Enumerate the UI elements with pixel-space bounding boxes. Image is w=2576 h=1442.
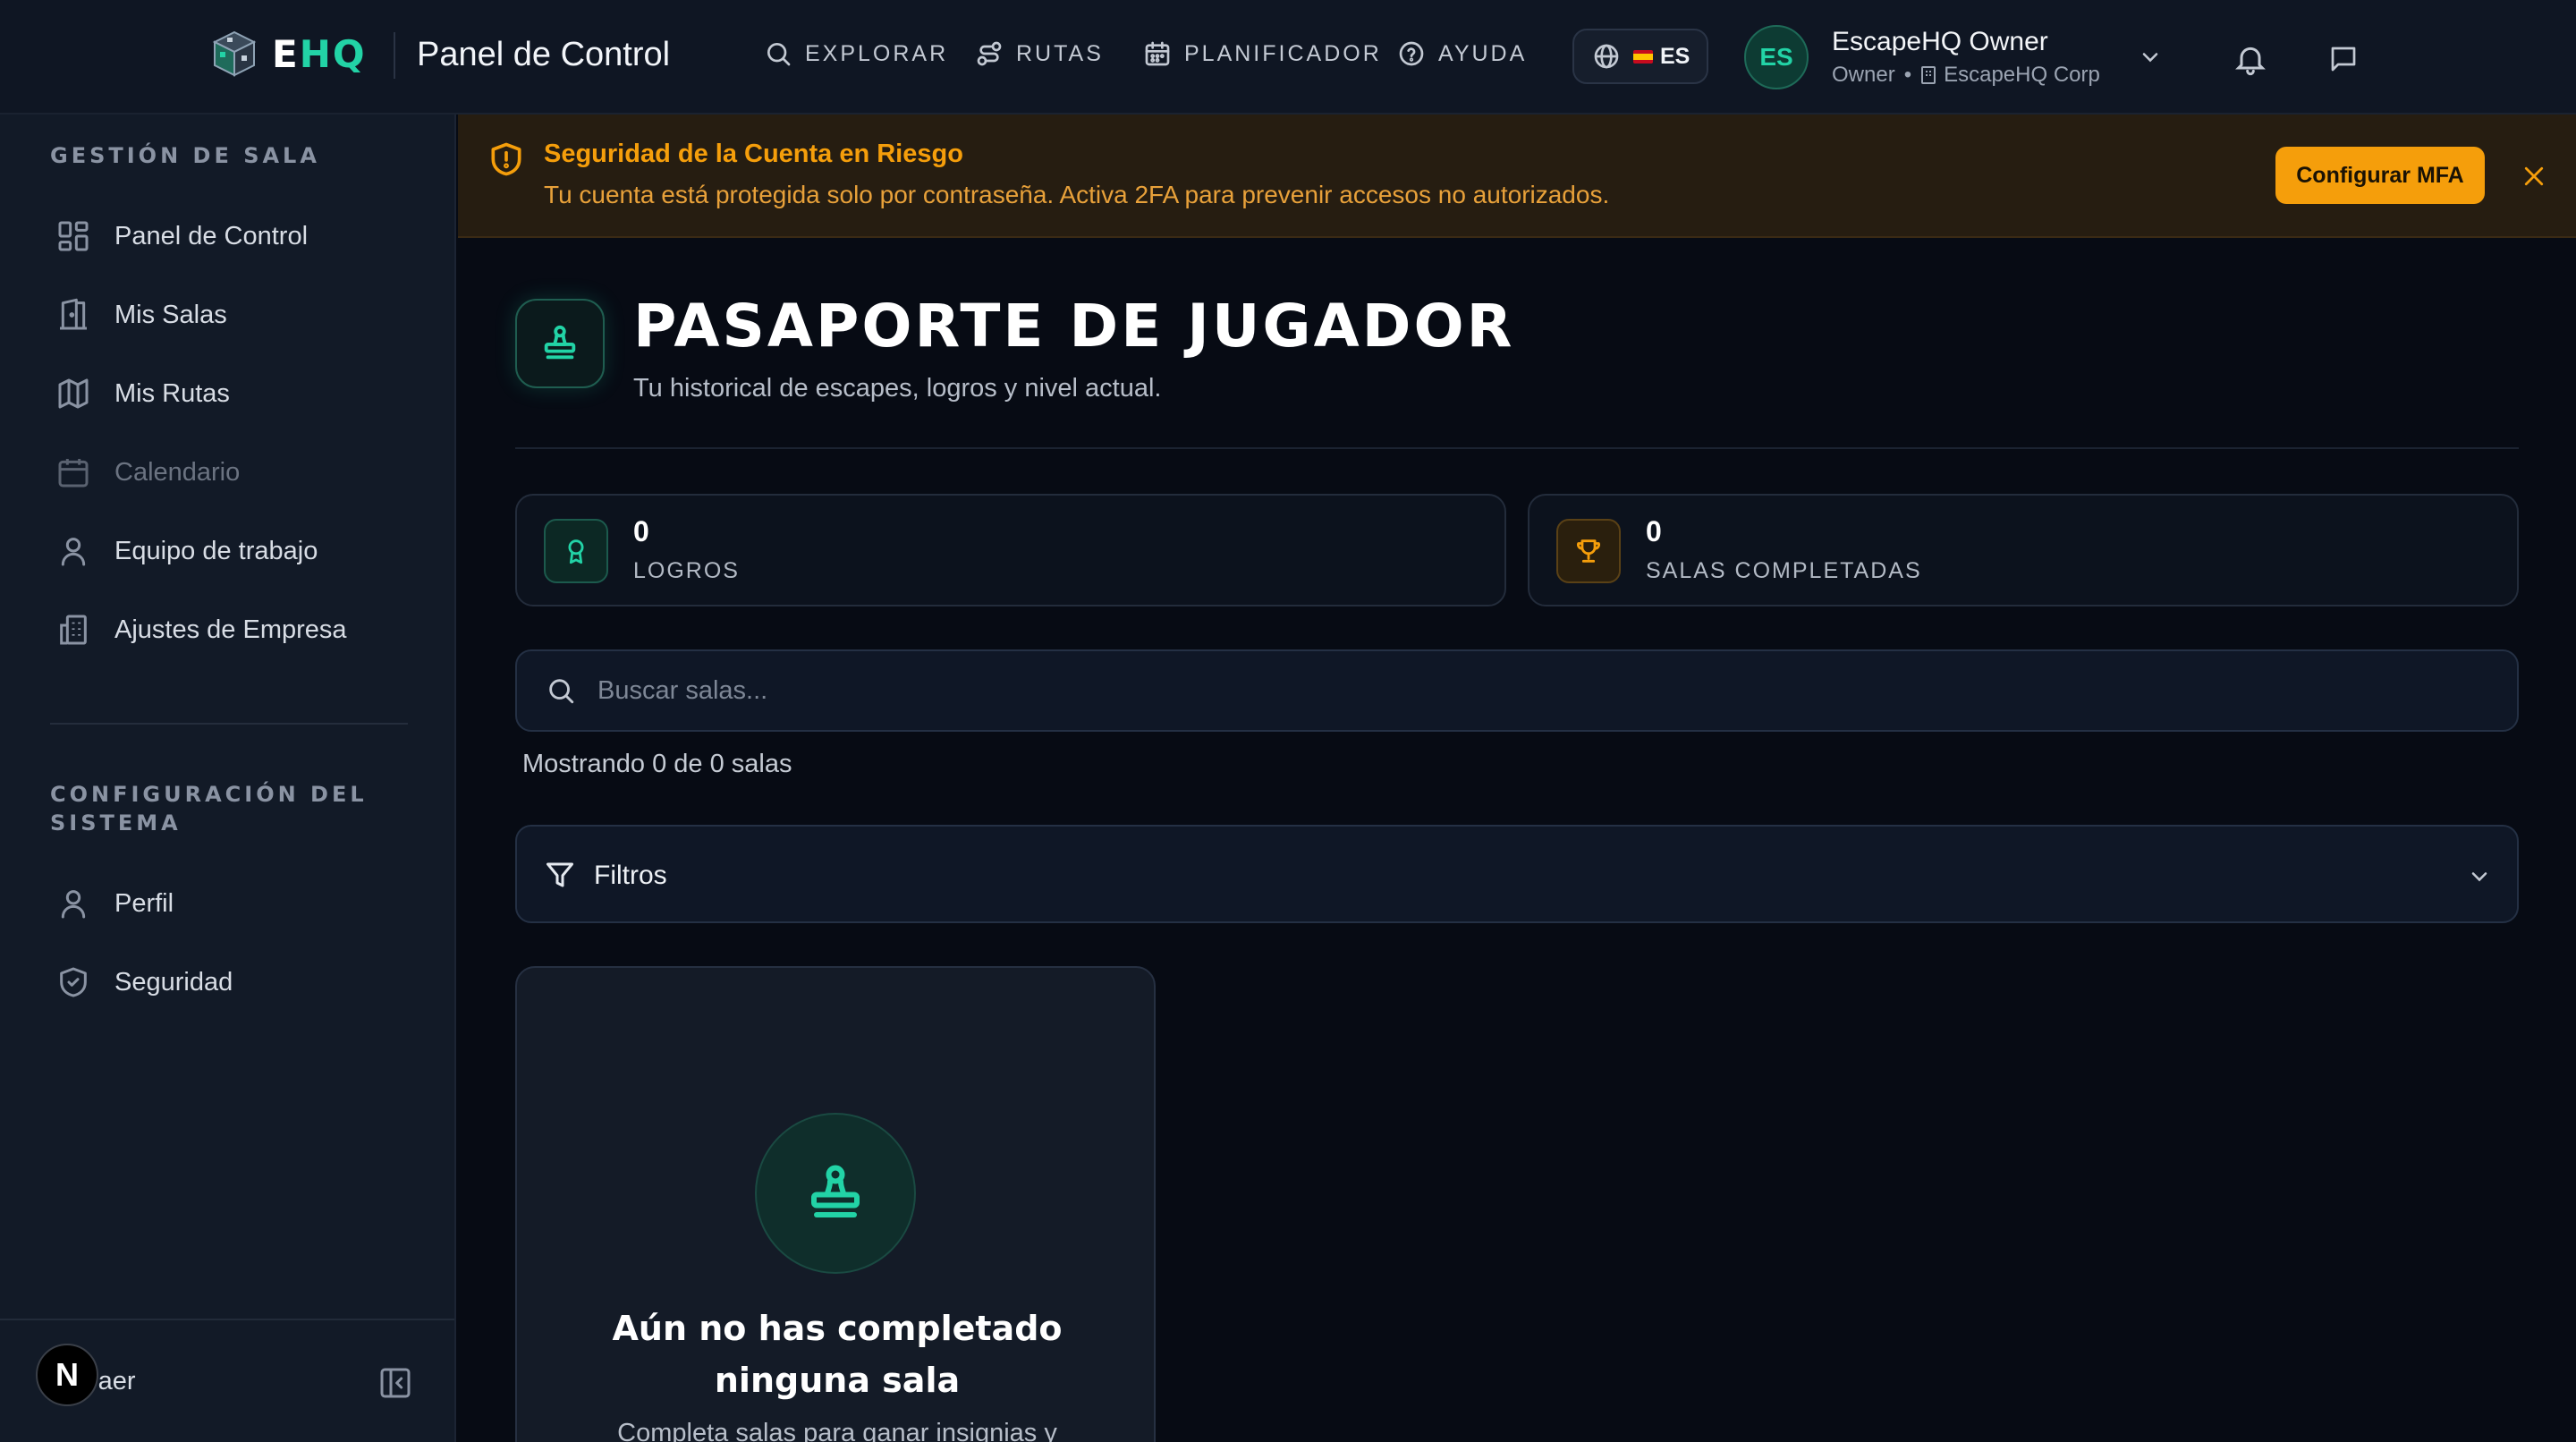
alert-title: Seguridad de la Cuenta en Riesgo [544,140,963,168]
filters-toggle[interactable]: Filtros [515,825,2519,923]
stat-label: LOGROS [633,558,740,583]
language-selector[interactable]: ES [1572,29,1708,84]
logo-text: EHQ [272,31,367,76]
chevron-down-icon [2471,872,2487,882]
empty-state-title: Aún no has completado ninguna sala [612,1309,1063,1400]
help-icon [1399,41,1424,66]
stat-card-salas-completadas: 0 SALAS COMPLETADAS [1528,494,2519,606]
page-title: PASAPORTE DE JUGADOR [633,292,1515,360]
meta-separator: • [1903,63,1912,87]
search-input[interactable] [597,675,2517,706]
sidebar-item-equipo-de-trabajo[interactable]: Equipo de trabajo [55,533,318,569]
shield-check-icon [60,967,87,997]
spain-flag-icon [1633,49,1653,64]
user-icon [61,890,86,919]
empty-state-text: Completa salas para ganar insignias y [617,1419,1057,1442]
stat-value: 0 [1646,515,1662,547]
avatar[interactable]: ES [1744,25,1809,89]
sidebar-collapse-icon[interactable] [377,1365,413,1401]
dev-tools-badge[interactable]: N [36,1344,98,1406]
cube-logo-icon [212,30,257,77]
sidebar-item-calendario[interactable]: Calendario [55,454,240,490]
stamp-icon [811,1165,860,1217]
chevron-down-icon[interactable] [2138,45,2163,70]
configure-mfa-button[interactable]: Configurar MFA [2275,147,2485,204]
stat-label: SALAS COMPLETADAS [1646,558,1922,583]
filters-label: Filtros [594,861,667,890]
nav-explorar[interactable]: EXPLORAR [764,39,948,68]
search-icon [767,43,791,66]
nav-rutas[interactable]: RUTAS [975,39,1104,68]
dashboard-icon [58,221,89,251]
empty-state-card: Aún no has completado ninguna sala Compl… [515,966,1156,1442]
calendar-icon [58,459,89,488]
alert-text: Tu cuenta está protegida solo por contra… [544,181,1610,208]
award-icon [568,539,584,564]
sidebar-item-perfil[interactable]: Perfil [55,886,174,921]
sidebar-item-mis-rutas[interactable]: Mis Rutas [55,376,230,411]
sidebar-item-ajustes-de-empresa[interactable]: Ajustes de Empresa [55,612,347,648]
logo[interactable]: EHQ [209,29,367,79]
sidebar-section-title: GESTIÓN DE SALA [50,143,320,168]
sidebar-item-seguridad[interactable]: Seguridad [55,964,233,1000]
calendar-icon [1145,41,1170,66]
globe-icon [1594,44,1619,69]
user-icon [61,538,86,566]
door-icon [60,298,87,330]
building-icon [1921,66,1936,84]
shield-alert-icon [491,142,521,176]
route-icon [977,41,1002,66]
search-bar [515,649,2519,732]
stamp-icon [544,325,576,360]
app-title: Panel de Control [417,36,671,73]
results-count: Mostrando 0 de 0 salas [522,750,792,778]
map-icon [58,378,89,409]
search-icon [549,679,574,704]
user-role: Owner [1832,63,1895,87]
building-icon [60,615,87,645]
page-subtitle: Tu historical de escapes, logros y nivel… [633,374,1162,403]
sidebar-footer-divider [0,1319,454,1320]
empty-state-icon-circle [755,1113,916,1274]
header-divider [515,447,2519,449]
stat-value: 0 [633,515,649,547]
message-icon[interactable] [2327,43,2360,75]
sidebar: GESTIÓN DE SALA Panel de Control Mis Sal… [0,115,456,1442]
sidebar-item-panel-de-control[interactable]: Panel de Control [55,218,308,254]
stat-icon-box [1556,519,1621,583]
nav-planificador[interactable]: PLANIFICADOR [1143,39,1382,68]
sidebar-section-title: CONFIGURACIÓN DEL SISTEMA [50,782,368,836]
bell-icon[interactable] [2233,41,2268,77]
security-alert-banner: Seguridad de la Cuenta en Riesgo Tu cuen… [458,115,2576,238]
sidebar-divider [50,723,408,725]
user-meta: Owner • EscapeHQ Corp [1832,63,2100,88]
top-bar: EHQ Panel de Control EXPLORAR RUTAS PLAN… [0,0,2576,115]
nav-ayuda[interactable]: AYUDA [1397,39,1527,68]
header-divider [394,32,395,79]
sidebar-item-mis-salas[interactable]: Mis Salas [55,297,227,333]
passport-badge [515,299,605,388]
close-icon[interactable] [2521,163,2547,190]
stat-icon-box [544,519,608,583]
stat-card-logros: 0 LOGROS [515,494,1506,606]
user-name[interactable]: EscapeHQ Owner [1832,27,2048,57]
user-company: EscapeHQ Corp [1944,63,2100,87]
filter-icon [547,862,573,887]
trophy-icon [1577,539,1600,563]
